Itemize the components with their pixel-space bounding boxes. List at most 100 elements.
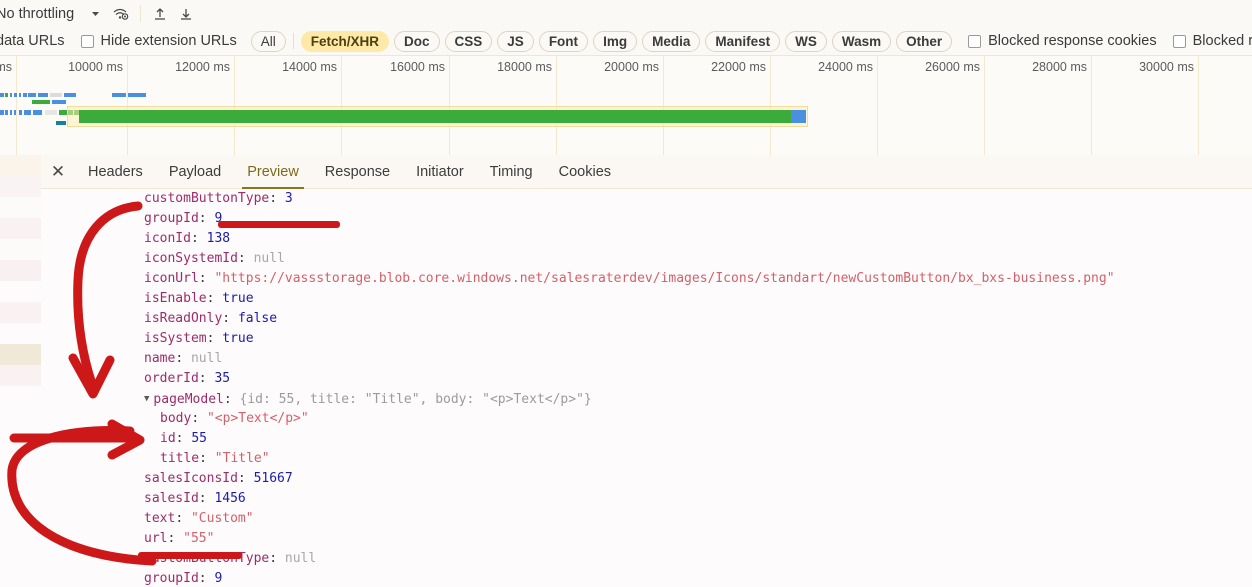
timeline-tick-label: 16000 ms (390, 60, 445, 74)
request-list-row[interactable] (0, 575, 41, 587)
json-property-row[interactable]: isReadOnly: false (144, 309, 277, 329)
json-property-row[interactable]: iconSystemId: null (144, 249, 285, 269)
json-property-row[interactable]: orderId: 35 (144, 369, 230, 389)
json-property-row[interactable]: id: 55 (160, 429, 207, 449)
tab-response[interactable]: Response (312, 155, 403, 189)
filter-pill-doc[interactable]: Doc (394, 30, 440, 52)
json-key: orderId (144, 371, 199, 386)
filter-divider (292, 33, 294, 49)
request-list-row[interactable] (0, 533, 41, 554)
request-list-row[interactable] (0, 407, 41, 428)
request-list-column[interactable] (0, 155, 41, 587)
checkbox-box[interactable] (80, 34, 94, 48)
json-key: groupId (144, 571, 199, 586)
checkbox-box[interactable] (968, 34, 982, 48)
json-property-row[interactable]: iconId: 138 (144, 229, 230, 249)
json-property-row[interactable]: isSystem: true (144, 329, 254, 349)
json-preview-tree[interactable]: customButtonType: 3 groupId: 9 iconId: 138… (41, 189, 1252, 587)
json-key: iconSystemId (144, 251, 238, 266)
request-list-row[interactable] (0, 218, 41, 239)
request-list-row[interactable] (0, 491, 41, 512)
export-har-icon[interactable] (173, 3, 199, 25)
data-urls-label[interactable]: data URLs (0, 33, 65, 49)
filter-pill-media[interactable]: Media (642, 30, 701, 52)
close-icon[interactable]: ✕ (41, 155, 75, 189)
request-list-row[interactable] (0, 386, 41, 407)
request-list-row[interactable] (0, 323, 41, 344)
filter-pill-fetch-xhr[interactable]: Fetch/XHR (300, 30, 390, 52)
network-overview-timeline[interactable]: ms 10000 ms 12000 ms 14000 ms 16000 ms 18000 … (0, 56, 1252, 155)
tab-headers[interactable]: Headers (75, 155, 156, 189)
json-value: 51667 (253, 471, 293, 486)
blocked-response-cookies-checkbox[interactable]: Blocked response cookies (968, 33, 1157, 49)
toolbar-divider (140, 5, 142, 22)
json-colon: : (269, 551, 285, 566)
json-property-row[interactable]: body: "<p>Text</p>" (160, 409, 309, 429)
request-list-row[interactable] (0, 176, 41, 197)
tab-timing[interactable]: Timing (477, 155, 546, 189)
checkbox-box[interactable] (1172, 34, 1186, 48)
tab-preview[interactable]: Preview (234, 155, 312, 189)
waterfall-segment (19, 110, 22, 115)
request-list-row[interactable] (0, 470, 41, 491)
blocked-requests-label: Blocked requests (1192, 33, 1252, 49)
filter-pill-img[interactable]: Img (593, 30, 638, 52)
request-list-row[interactable] (0, 281, 41, 302)
import-har-icon[interactable] (147, 3, 173, 25)
throttling-select[interactable]: No throttling (0, 6, 74, 22)
json-property-row[interactable]: salesId: 1456 (144, 489, 246, 509)
tab-cookies[interactable]: Cookies (546, 155, 624, 189)
request-list-row[interactable] (0, 554, 41, 575)
request-list-row[interactable] (0, 344, 41, 365)
filter-pill-font[interactable]: Font (538, 30, 589, 52)
request-list-row[interactable] (0, 449, 41, 470)
filter-pill-all[interactable]: All (250, 30, 286, 52)
json-property-row[interactable]: ▼ pageModel: {id: 55, title: "Title", bod… (144, 389, 592, 409)
tab-payload[interactable]: Payload (156, 155, 234, 189)
json-property-row[interactable]: customButtonType: 3 (144, 189, 293, 209)
tab-initiator[interactable]: Initiator (403, 155, 477, 189)
json-property-row[interactable]: title: "Title" (160, 449, 270, 469)
network-settings-toolbar: No throttling (0, 0, 1252, 27)
json-key: isReadOnly (144, 311, 223, 326)
filter-pill-other[interactable]: Other (896, 30, 953, 52)
waterfall-main-request-bar[interactable] (79, 110, 791, 123)
request-list-row[interactable] (0, 155, 41, 176)
request-list-row[interactable] (0, 428, 41, 449)
filter-pill-js[interactable]: JS (497, 30, 534, 52)
json-colon: : (199, 451, 215, 466)
request-list-row[interactable] (0, 260, 41, 281)
request-list-row[interactable] (0, 512, 41, 533)
json-colon: : (190, 231, 207, 246)
timeline-tick-label: 12000 ms (175, 60, 230, 74)
request-list-row[interactable] (0, 197, 41, 218)
request-list-row[interactable] (0, 365, 41, 386)
network-conditions-icon[interactable] (108, 3, 134, 25)
json-property-row[interactable]: groupId: 9 (144, 569, 222, 587)
chevron-down-icon[interactable]: ▼ (144, 394, 149, 404)
request-list-row[interactable] (0, 302, 41, 323)
filter-pill-css[interactable]: CSS (444, 30, 493, 52)
waterfall-segment (5, 93, 8, 97)
chevron-down-icon[interactable] (82, 3, 108, 25)
json-value: null (253, 251, 285, 266)
timeline-tick-label: 30000 ms (1139, 60, 1194, 74)
json-property-row[interactable]: salesIconsId: 51667 (144, 469, 293, 489)
json-value: "<p>Text</p>" (206, 411, 309, 426)
filter-pill-wasm[interactable]: Wasm (831, 30, 892, 52)
hide-extension-urls-checkbox[interactable]: Hide extension URLs (80, 33, 237, 49)
json-property-row[interactable]: customButtonType: null (144, 549, 316, 569)
json-property-row[interactable]: url: "55" (144, 529, 214, 549)
json-property-row[interactable]: name: null (144, 349, 222, 369)
json-property-row[interactable]: text: "Custom" (144, 509, 254, 529)
filter-pill-manifest[interactable]: Manifest (705, 30, 781, 52)
json-property-row[interactable]: groupId: 9 (144, 209, 222, 229)
json-colon: : (206, 331, 223, 346)
json-property-row[interactable]: iconUrl: "https://vassstorage.blob.core.… (144, 269, 1115, 289)
json-colon: : (175, 351, 191, 366)
request-list-row[interactable] (0, 239, 41, 260)
json-key: customButtonType (144, 191, 270, 206)
blocked-requests-checkbox[interactable]: Blocked requests (1172, 33, 1252, 49)
json-property-row[interactable]: isEnable: true (144, 289, 254, 309)
filter-pill-ws[interactable]: WS (785, 30, 827, 52)
